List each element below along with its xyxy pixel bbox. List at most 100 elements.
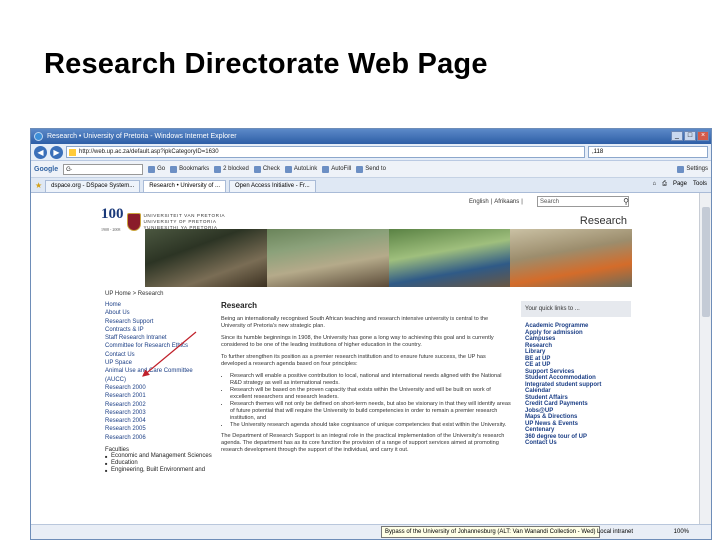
quick-links-heading: Your quick links to ... [521, 301, 631, 317]
history-paragraph: Since its humble beginnings in 1908, the… [221, 335, 494, 348]
star-icon [170, 165, 178, 173]
list-item: Research will enable a positive contribu… [230, 373, 511, 387]
wrench-icon [677, 165, 685, 173]
tab-strip: ★ dspace.org - DSpace System... Research… [31, 178, 711, 193]
breadcrumb: UP Home > Research [105, 291, 164, 297]
toolbar-settings-button[interactable]: Settings [677, 165, 708, 173]
nav-item-up-space[interactable]: UP Space [105, 359, 213, 367]
vertical-scrollbar[interactable] [699, 193, 711, 526]
print-icon[interactable]: ⎙ [662, 181, 667, 188]
address-text: http://web.up.ac.za/default.asp?ipkCateg… [79, 149, 219, 155]
faculty-item[interactable]: Education [105, 460, 213, 467]
nav-item[interactable]: Contracts & IP [105, 326, 213, 334]
nav-item[interactable]: Research 2004 [105, 417, 213, 425]
back-button[interactable]: ◀ [34, 145, 47, 159]
centenary-logo: 100 1908 - 2008 [101, 206, 124, 233]
intro-paragraph: Being an internationally recognised Sout… [221, 316, 489, 329]
nav-item[interactable]: Research 2000 [105, 384, 213, 392]
university-crest-icon [126, 213, 141, 231]
photo-banner [145, 229, 632, 287]
close-button[interactable]: × [697, 131, 709, 141]
nav-item[interactable]: Research Support [105, 318, 213, 326]
check-icon [253, 165, 261, 173]
google-toolbar: Google G· Go Bookmarks 2 blocked Check A… [31, 161, 711, 178]
window-controls: _ □ × [671, 131, 709, 141]
nav-item[interactable]: Research 2002 [105, 401, 213, 409]
address-bar-row: ◀ ▶ http://web.up.ac.za/default.asp?ipkC… [31, 144, 711, 161]
tools-menu[interactable]: Tools [693, 181, 707, 188]
main-content: Research Being an internationally recogn… [221, 301, 511, 459]
language-switch: English | Afrikaans | [469, 199, 523, 205]
list-item: Research will be based on the proven cap… [230, 387, 511, 401]
tab-research[interactable]: Research • University of ... [143, 180, 227, 192]
nav-item[interactable]: Research 2001 [105, 392, 213, 400]
send-icon [356, 165, 364, 173]
browser-search-input[interactable]: ,118 [588, 146, 708, 158]
home-icon[interactable]: ⌂ [653, 181, 657, 188]
list-item: Research themes will not only be defined… [230, 401, 511, 422]
zoom-level[interactable]: 100% [674, 525, 689, 539]
banner-photo-students [266, 229, 389, 287]
google-search-input[interactable]: G· [63, 163, 144, 175]
quick-links-panel: Your quick links to ... Academic Program… [521, 301, 631, 447]
nav-item[interactable]: Home [105, 301, 213, 309]
google-logo: Google [34, 165, 59, 173]
autofill-icon [322, 165, 330, 173]
main-heading: Research [221, 301, 258, 310]
security-zone: Local intranet [596, 529, 633, 535]
faculty-item[interactable]: Economic and Management Sciences [105, 453, 213, 460]
banner-photo-campus [510, 229, 632, 287]
status-bar: Bypass of the University of Johannesburg… [31, 524, 711, 539]
site-search-input[interactable]: Search ⚲ [537, 196, 629, 207]
scrollbar-thumb[interactable] [702, 207, 710, 317]
ie-icon [34, 132, 43, 141]
address-input[interactable]: http://web.up.ac.za/default.asp?ipkCateg… [66, 146, 585, 158]
toolbar-go-button[interactable]: Go [148, 165, 165, 173]
toolbar-autofill-button[interactable]: AutoFill [322, 165, 351, 173]
browser-window: Research • University of Pretoria - Wind… [30, 128, 712, 540]
favicon-icon [69, 149, 76, 156]
closing-paragraph: The Department of Research Support is an… [221, 433, 505, 453]
lang-afrikaans[interactable]: Afrikaans [494, 199, 519, 205]
nav-item[interactable]: About Us [105, 309, 213, 317]
toolbar-bookmarks-button[interactable]: Bookmarks [170, 165, 209, 173]
toolbar-check-button[interactable]: Check [253, 165, 280, 173]
search-icon[interactable]: ⚲ [623, 198, 629, 206]
banner-photo-group [388, 229, 511, 287]
page-menu[interactable]: Page [673, 181, 687, 188]
nav-item[interactable]: Research 2006 [105, 434, 213, 442]
faculty-item[interactable]: Engineering, Built Environment and [105, 467, 213, 474]
toolbar-sendto-button[interactable]: Send to [356, 165, 386, 173]
popup-blocker-icon [214, 165, 222, 173]
quick-link[interactable]: Contact Us [521, 440, 631, 447]
lang-english[interactable]: English [469, 199, 489, 205]
principles-paragraph: To further strengthen its position as a … [221, 354, 486, 367]
nav-item[interactable]: Staff Research Intranet [105, 334, 213, 342]
maximize-button[interactable]: □ [684, 131, 696, 141]
toolbar-autolink-button[interactable]: AutoLink [284, 165, 317, 173]
autolink-icon [284, 165, 292, 173]
section-brand-title: Research [579, 215, 627, 227]
minimize-button[interactable]: _ [671, 131, 683, 141]
nav-item[interactable]: Research 2003 [105, 409, 213, 417]
nav-item[interactable]: Research 2005 [105, 425, 213, 433]
favorites-star-icon[interactable]: ★ [35, 181, 42, 190]
command-bar: ⌂ ⎙ Page Tools [653, 181, 707, 188]
left-navigation: Home About Us Research Support Contracts… [105, 301, 213, 474]
status-tooltip: Bypass of the University of Johannesburg… [381, 526, 600, 538]
web-page: 100 1908 - 2008 UNIVERSITEIT VAN PRETORI… [101, 193, 632, 526]
banner-photo-library [145, 229, 267, 287]
list-item: The University research agenda should ta… [230, 422, 511, 429]
nav-item[interactable]: Animal Use and Care Committee (AUCC) [105, 367, 213, 384]
go-icon [148, 165, 156, 173]
nav-item[interactable]: Contact Us [105, 351, 213, 359]
tab-dspace[interactable]: dspace.org - DSpace System... [45, 180, 141, 192]
slide-title: Research Directorate Web Page [44, 48, 488, 80]
principles-list: Research will enable a positive contribu… [221, 373, 511, 429]
toolbar-blocked-button[interactable]: 2 blocked [214, 165, 249, 173]
forward-button[interactable]: ▶ [50, 145, 63, 159]
window-title: Research • University of Pretoria - Wind… [47, 133, 237, 140]
tab-open-access[interactable]: Open Access Initiative - Fr... [229, 180, 316, 192]
page-viewport: 100 1908 - 2008 UNIVERSITEIT VAN PRETORI… [31, 193, 701, 526]
nav-item[interactable]: Committee for Research Ethics [105, 342, 213, 350]
